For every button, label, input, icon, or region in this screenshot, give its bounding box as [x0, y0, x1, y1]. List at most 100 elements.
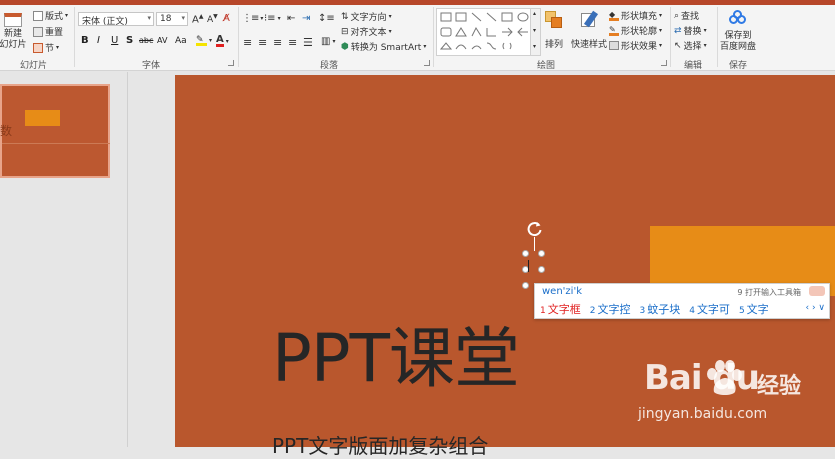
chevron-down-icon: ▾: [147, 14, 151, 22]
chevron-down-icon: ▾: [423, 43, 427, 50]
new-slide-label: 新建 幻灯片: [0, 29, 27, 50]
font-dialog-launcher-icon[interactable]: [228, 60, 234, 66]
replace-button[interactable]: ⇄ 替换 ▾: [674, 24, 707, 38]
replace-label: 替换: [683, 27, 702, 37]
group-divider: [433, 7, 434, 67]
pane-divider[interactable]: [127, 72, 128, 447]
section-label: 节: [45, 44, 55, 54]
chevron-down-icon: ▾: [533, 27, 537, 34]
justify-button[interactable]: ≡: [288, 36, 297, 49]
slide-subtitle[interactable]: PPT文字版面加复杂组合: [272, 430, 488, 459]
resize-handle[interactable]: [522, 282, 529, 289]
underline-button[interactable]: U: [111, 35, 118, 46]
resize-handle[interactable]: [538, 266, 545, 273]
ime-candidate-list: 1 文字框 2 文字控 3 蚊子块 4 文字可 5 文字: [540, 301, 769, 317]
chevron-down-icon: ▾: [703, 27, 707, 34]
font-name-combo[interactable]: 宋体 (正文) ▾: [78, 12, 154, 27]
align-right-icon: ≡: [273, 36, 283, 49]
layout-label: 版式: [45, 12, 64, 22]
shape-outline-button[interactable]: ✎ 形状轮廓 ▾: [609, 24, 662, 37]
bold-button[interactable]: B: [81, 35, 89, 46]
reset-label: 重置: [45, 28, 64, 38]
ribbon: 新建 幻灯片 版式 ▾ 重置 节 ▾ 幻灯片 宋体 (正文) ▾ 18 ▾ A▲…: [0, 5, 835, 71]
arrange-button[interactable]: 排列: [545, 11, 563, 50]
ime-candidate-window[interactable]: wen'zi'k 9 打开输入工具箱 1 文字框 2 文字控 3 蚊子块 4 文字可 5…: [534, 283, 830, 319]
align-text-button[interactable]: ⊟ 对齐文本 ▾: [341, 25, 392, 39]
text-direction-label: 文字方向: [350, 13, 387, 23]
ime-candidate[interactable]: 2 文字控: [590, 301, 631, 317]
text-direction-button[interactable]: ⇅ 文字方向 ▾: [341, 10, 392, 24]
paragraph-dialog-launcher-icon[interactable]: [424, 60, 430, 66]
thumbnail-text: 数: [0, 124, 13, 138]
shape-fill-button[interactable]: ◆ 形状填充 ▾: [609, 9, 662, 22]
change-case-button[interactable]: Aa: [175, 36, 187, 46]
quick-styles-button[interactable]: 快速样式: [571, 10, 607, 50]
strikethrough-button[interactable]: abc: [139, 36, 153, 45]
font-color-button[interactable]: A ▾: [216, 35, 229, 47]
save-to-baidu-button[interactable]: 保存到 百度网盘: [720, 10, 756, 53]
ime-candidate[interactable]: 5 文字: [739, 301, 769, 317]
shadow-button[interactable]: S: [126, 35, 133, 46]
line-spacing-button[interactable]: ↕≡: [318, 13, 335, 24]
section-button[interactable]: 节 ▾: [33, 41, 59, 54]
clear-format-button[interactable]: A̸: [223, 13, 230, 24]
chevron-down-icon: ▾: [388, 28, 392, 35]
chevron-up-icon: ▴: [533, 10, 537, 17]
columns-button[interactable]: ▥ ▾: [321, 36, 335, 47]
reset-button[interactable]: 重置: [33, 25, 63, 38]
ime-toolbox-hint[interactable]: 9 打开输入工具箱: [737, 287, 801, 298]
grow-font-button[interactable]: A▲: [192, 13, 203, 25]
bullets-button[interactable]: ⋮≡ ▾: [242, 13, 263, 24]
new-slide-button[interactable]: 新建 幻灯片: [0, 13, 27, 51]
shrink-font-icon: A▼: [207, 13, 218, 25]
distributed-button[interactable]: ☰: [303, 36, 313, 49]
numbering-button[interactable]: ⁝≡ ▾: [264, 13, 281, 24]
new-slide-icon: [4, 13, 22, 27]
chevron-down-icon: ▾: [659, 27, 663, 34]
find-button[interactable]: ⌕ 查找: [674, 9, 699, 23]
convert-smartart-button[interactable]: ⬢ 转换为 SmartArt ▾: [341, 40, 427, 54]
shrink-font-button[interactable]: A▼: [207, 13, 218, 25]
decrease-indent-button[interactable]: ⇤: [287, 13, 295, 24]
arrange-icon: [545, 11, 563, 29]
smartart-icon: ⬢: [341, 41, 349, 52]
align-center-button[interactable]: ≡: [258, 36, 267, 49]
resize-handle[interactable]: [538, 250, 545, 257]
ime-page-arrows[interactable]: ‹ › ∨: [805, 303, 825, 313]
shapes-gallery-scroll[interactable]: ▴ ▾ ▾: [530, 8, 541, 56]
align-right-button[interactable]: ≡: [273, 36, 282, 49]
align-left-icon: ≡: [243, 36, 253, 49]
indent-icon: ⇥: [302, 13, 311, 24]
slide-thumbnail[interactable]: 数: [0, 84, 110, 178]
font-size-combo[interactable]: 18 ▾: [156, 12, 188, 26]
resize-handle[interactable]: [522, 250, 529, 257]
align-text-icon: ⊟: [341, 26, 349, 37]
chevron-down-icon: ▾: [277, 15, 281, 22]
search-icon: ⌕: [674, 10, 680, 21]
rotate-handle-icon[interactable]: [527, 221, 543, 237]
shapes-gallery[interactable]: [436, 8, 540, 56]
shape-effects-label: 形状效果: [621, 42, 658, 52]
slides-group-label: 幻灯片: [20, 61, 48, 71]
align-left-button[interactable]: ≡: [243, 36, 252, 49]
chevron-down-icon: ▾: [65, 12, 69, 19]
group-divider: [717, 7, 718, 67]
char-spacing-button[interactable]: AV: [157, 36, 167, 45]
ime-candidate[interactable]: 4 文字可: [689, 301, 730, 317]
highlight-color-button[interactable]: ✎ ▾: [196, 35, 212, 46]
baidu-paw-icon: [707, 360, 742, 395]
arrange-label: 排列: [545, 40, 564, 50]
select-button[interactable]: ↖ 选择 ▾: [674, 39, 707, 53]
increase-indent-button[interactable]: ⇥: [302, 13, 310, 24]
ime-candidate[interactable]: 3 蚊子块: [639, 301, 680, 317]
slide-title[interactable]: PPT课堂: [272, 305, 520, 401]
italic-button[interactable]: I: [97, 35, 100, 46]
paragraph-group-label: 段落: [320, 61, 339, 71]
save-to-baidu-label: 保存到 百度网盘: [720, 31, 757, 52]
thumbnail-divider: [2, 143, 110, 144]
shape-effects-button[interactable]: 形状效果 ▾: [609, 39, 662, 52]
ime-candidate[interactable]: 1 文字框: [540, 301, 581, 317]
layout-button[interactable]: 版式 ▾: [33, 9, 68, 22]
drawing-dialog-launcher-icon[interactable]: [661, 60, 667, 66]
editing-group-label: 编辑: [684, 61, 703, 71]
